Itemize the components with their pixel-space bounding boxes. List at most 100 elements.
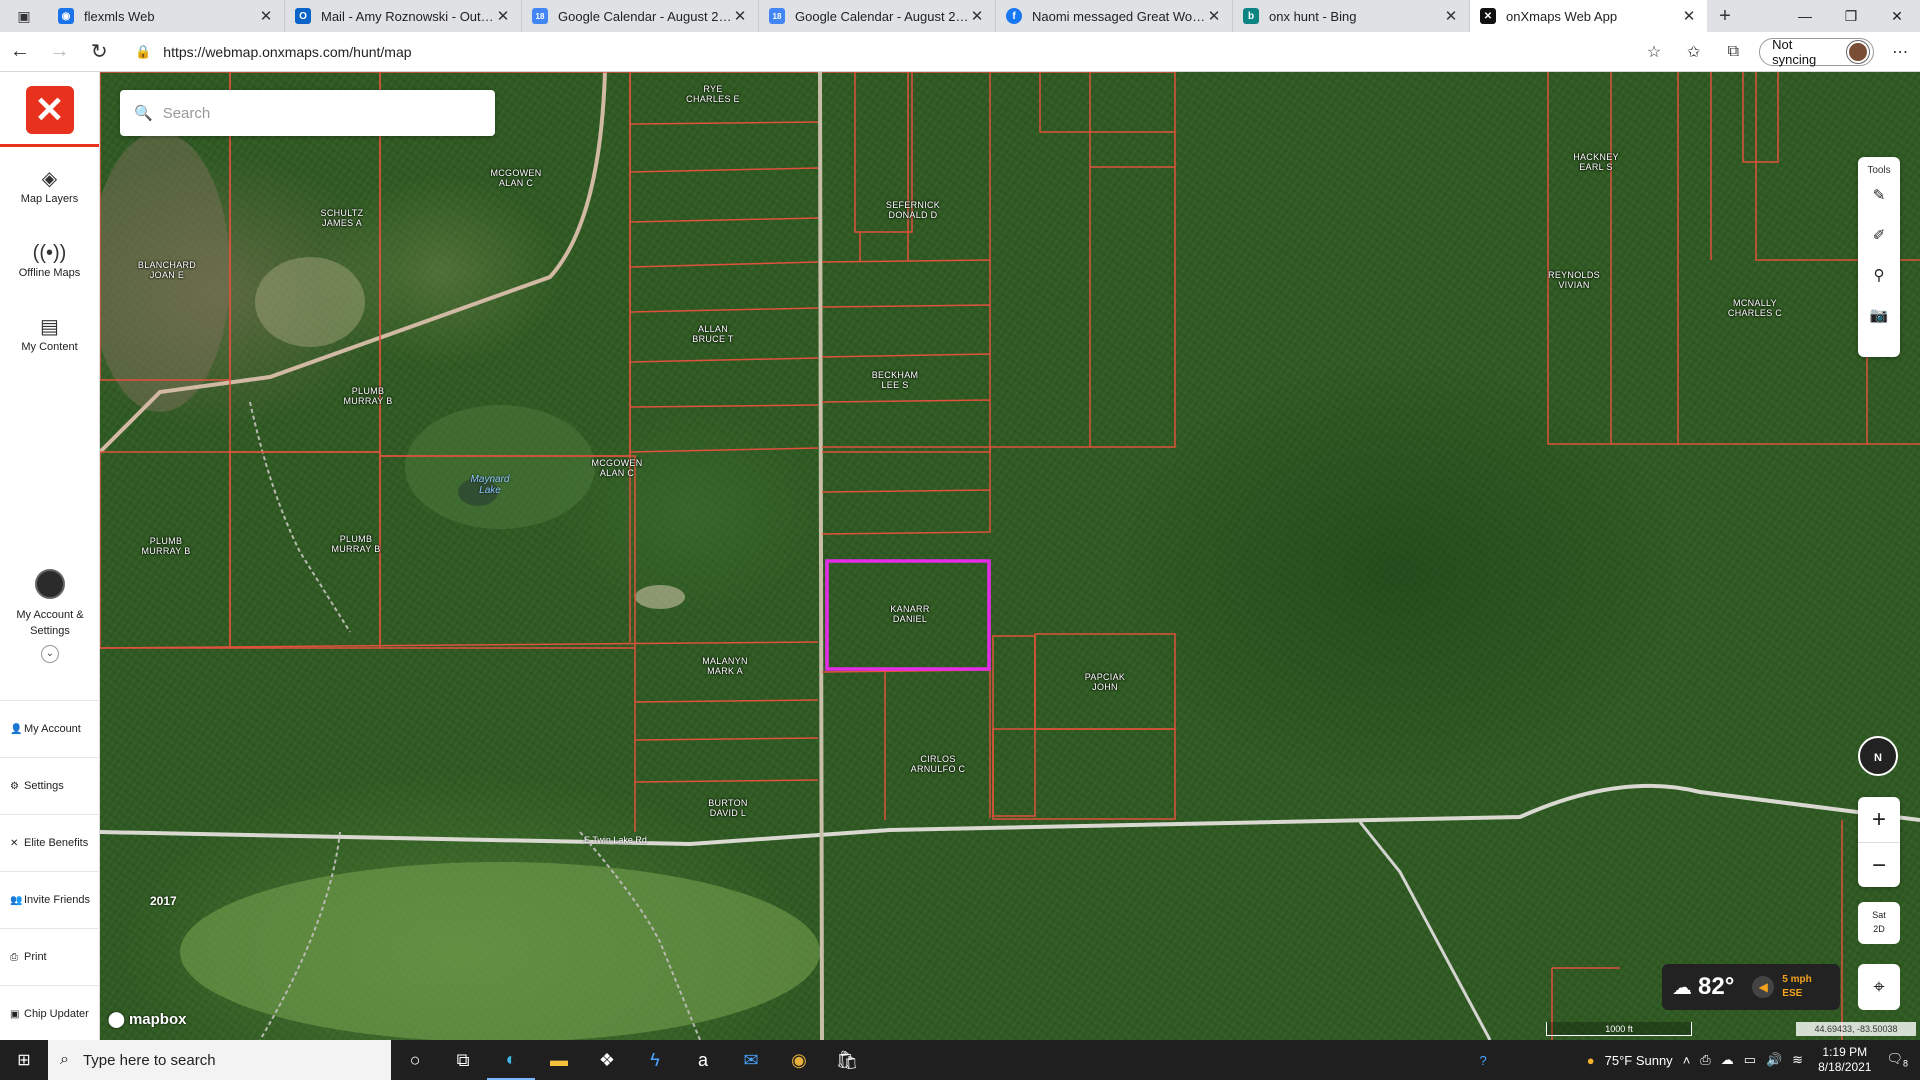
- help-icon[interactable]: ?: [1475, 1053, 1492, 1068]
- sidebar-item-offline-maps[interactable]: ((•)) Offline Maps: [0, 239, 99, 279]
- owner-label[interactable]: ALLAN BRUCE T: [688, 324, 738, 344]
- owner-label[interactable]: PLUMB MURRAY B: [326, 534, 386, 554]
- taskbar-weather[interactable]: 75°F Sunny: [1600, 1053, 1678, 1068]
- sidebar-item-map-layers[interactable]: ◈ Map Layers: [0, 165, 99, 205]
- waypoint-pin-icon[interactable]: ⚲: [1858, 256, 1900, 296]
- owner-label[interactable]: MALANYN MARK A: [695, 656, 755, 676]
- zoom-out-icon[interactable]: −: [1858, 842, 1900, 887]
- measure-icon[interactable]: ✐: [1858, 216, 1900, 256]
- display-icon[interactable]: ▭: [1739, 1052, 1761, 1068]
- owner-label[interactable]: HACKNEY EARL S: [1566, 152, 1626, 172]
- tab-outlook[interactable]: O Mail - Amy Roznowski - Outlook ✕: [285, 0, 522, 32]
- menu-item-invite-friends[interactable]: 👥 Invite Friends: [0, 871, 100, 928]
- owner-label[interactable]: KANARR DANIEL: [880, 604, 940, 624]
- collections-icon[interactable]: ⧉: [1714, 43, 1754, 61]
- sync-button[interactable]: Not syncing: [1759, 37, 1875, 67]
- minimize-icon[interactable]: —: [1782, 0, 1828, 32]
- owner-label[interactable]: REYNOLDS VIVIAN: [1544, 270, 1604, 290]
- owner-label[interactable]: MCNALLY CHARLES C: [1725, 298, 1785, 318]
- lock-icon[interactable]: 🔒: [135, 44, 151, 60]
- parcel: [992, 728, 1176, 820]
- new-tab-icon[interactable]: +: [1707, 0, 1743, 32]
- account-section[interactable]: My Account & Settings ⌄: [0, 569, 100, 663]
- task-view-icon[interactable]: ⧉: [439, 1040, 487, 1080]
- owner-label[interactable]: MCGOWEN ALAN C: [486, 168, 546, 188]
- onedrive-icon[interactable]: ☁: [1716, 1052, 1739, 1068]
- tab-actions-icon[interactable]: ▣: [0, 0, 48, 32]
- dropbox-icon[interactable]: ❖: [583, 1040, 631, 1080]
- weather-widget[interactable]: ☁ 82° ◀ 5 mph ESE: [1662, 964, 1840, 1010]
- power-automate-icon[interactable]: ϟ: [631, 1040, 679, 1080]
- owner-label[interactable]: PLUMB MURRAY B: [338, 386, 398, 406]
- avatar: [35, 569, 65, 599]
- refresh-icon[interactable]: ↻: [79, 32, 119, 72]
- sidebar-item-my-content[interactable]: ▤ My Content: [0, 313, 99, 353]
- taskbar-search[interactable]: ⌕ Type here to search: [48, 1040, 391, 1080]
- restore-icon[interactable]: ❐: [1828, 0, 1874, 32]
- owner-label[interactable]: CIRLOS ARNULFO C: [908, 754, 968, 774]
- close-tab-icon[interactable]: ✕: [258, 7, 274, 25]
- map-canvas[interactable]: RYE CHARLES E MCGOWEN ALAN C SCHULTZ JAM…: [100, 72, 1920, 1040]
- tab-onxmaps[interactable]: ✕ onXmaps Web App ✕: [1470, 0, 1707, 32]
- tab-calendar-2[interactable]: 18 Google Calendar - August 2021 ✕: [759, 0, 996, 32]
- url-field[interactable]: 🔒 https://webmap.onxmaps.com/hunt/map: [125, 37, 1634, 67]
- owner-label[interactable]: SCHULTZ JAMES A: [312, 208, 372, 228]
- close-tab-icon[interactable]: ✕: [1681, 7, 1697, 25]
- tab-bing[interactable]: b onx hunt - Bing ✕: [1233, 0, 1470, 32]
- parcel: [821, 72, 991, 453]
- tab-facebook[interactable]: f Naomi messaged Great Wolf Lo ✕: [996, 0, 1233, 32]
- owner-label[interactable]: PAPCIAK JOHN: [1075, 672, 1135, 692]
- owner-label[interactable]: BURTON DAVID L: [698, 798, 758, 818]
- clock[interactable]: 1:19 PM 8/18/2021: [1808, 1045, 1881, 1075]
- printer-icon[interactable]: ⎙: [1695, 1052, 1715, 1068]
- owner-label[interactable]: RYE CHARLES E: [683, 84, 743, 104]
- close-tab-icon[interactable]: ✕: [495, 7, 511, 25]
- owner-label[interactable]: PLUMB MURRAY B: [136, 536, 196, 556]
- owner-label[interactable]: SEFERNICK DONALD D: [878, 200, 948, 220]
- search-box[interactable]: 🔍: [120, 90, 495, 136]
- menu-item-print[interactable]: ⎙ Print: [0, 928, 100, 985]
- lake-label[interactable]: Maynard Lake: [470, 474, 510, 496]
- add-favorite-icon[interactable]: ☆: [1634, 42, 1674, 62]
- forward-icon[interactable]: →: [40, 32, 80, 72]
- file-explorer-icon[interactable]: ▬: [535, 1040, 583, 1080]
- close-tab-icon[interactable]: ✕: [969, 7, 985, 25]
- chevron-down-icon[interactable]: ⌄: [41, 645, 59, 663]
- basemap-toggle[interactable]: Sat 2D: [1858, 902, 1900, 944]
- search-input[interactable]: [162, 104, 481, 122]
- cortana-icon[interactable]: ○: [391, 1040, 439, 1080]
- close-tab-icon[interactable]: ✕: [1443, 7, 1459, 25]
- tab-flexmls[interactable]: ◉ flexmls Web ✕: [48, 0, 285, 32]
- menu-item-chip-updater[interactable]: ▣ Chip Updater: [0, 985, 100, 1042]
- locate-me-icon[interactable]: ⌖: [1858, 964, 1900, 1010]
- draw-line-icon[interactable]: ✎: [1858, 176, 1900, 216]
- chrome-icon[interactable]: ◉: [775, 1040, 823, 1080]
- onx-logo[interactable]: ✕: [25, 86, 74, 134]
- mail-icon[interactable]: ✉: [727, 1040, 775, 1080]
- close-tab-icon[interactable]: ✕: [732, 7, 748, 25]
- notifications-icon[interactable]: 🗨8: [1881, 1051, 1920, 1069]
- back-icon[interactable]: ←: [0, 32, 40, 72]
- window-close-icon[interactable]: ✕: [1874, 0, 1920, 32]
- zoom-in-icon[interactable]: +: [1858, 797, 1900, 842]
- volume-icon[interactable]: 🔊: [1761, 1052, 1787, 1068]
- compass-button[interactable]: N: [1858, 736, 1898, 776]
- camera-icon[interactable]: 📷: [1858, 296, 1900, 336]
- owner-label[interactable]: BLANCHARD JOAN E: [132, 260, 202, 280]
- chevron-up-icon[interactable]: ˄: [1678, 1053, 1696, 1068]
- mapbox-attribution[interactable]: ⬤ mapbox: [108, 1010, 186, 1028]
- owner-label[interactable]: BECKHAM LEE S: [870, 370, 920, 390]
- menu-item-elite-benefits[interactable]: ✕ Elite Benefits: [0, 814, 100, 871]
- store-icon[interactable]: 🛍: [823, 1040, 871, 1080]
- menu-item-my-account[interactable]: 👤 My Account: [0, 700, 100, 757]
- favorites-icon[interactable]: ✩: [1674, 42, 1714, 62]
- windows-start-icon[interactable]: ⊞: [0, 1040, 48, 1080]
- more-options-icon[interactable]: ⋯: [1880, 42, 1920, 62]
- menu-item-settings[interactable]: ⚙ Settings: [0, 757, 100, 814]
- wifi-icon[interactable]: ≋: [1787, 1052, 1808, 1068]
- tab-calendar-1[interactable]: 18 Google Calendar - August 2021 ✕: [522, 0, 759, 32]
- amazon-icon[interactable]: a: [679, 1040, 727, 1080]
- edge-icon[interactable]: ◐: [487, 1040, 535, 1080]
- owner-label[interactable]: MCGOWEN ALAN C: [582, 458, 652, 478]
- close-tab-icon[interactable]: ✕: [1206, 7, 1222, 25]
